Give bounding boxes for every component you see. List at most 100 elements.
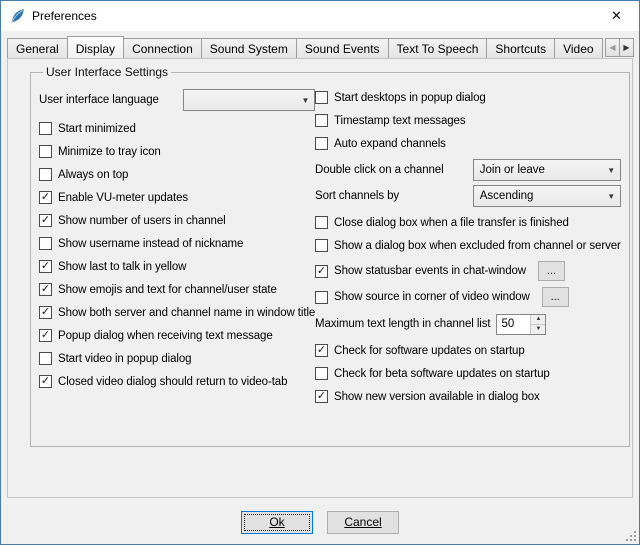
checkbox-label: Enable VU-meter updates [58, 192, 188, 204]
double-click-label: Double click on a channel [315, 164, 444, 176]
settings-columns: User interface language ▼ Start minimize… [39, 89, 621, 405]
checkbox-box[interactable] [315, 367, 328, 380]
spinner-arrows: ▲ ▼ [530, 315, 545, 334]
titlebar[interactable]: Preferences ✕ [1, 1, 639, 31]
checkbox-box[interactable] [39, 168, 52, 181]
spinner-down-button[interactable]: ▼ [531, 324, 545, 334]
checkbox-box[interactable] [315, 91, 328, 104]
chevron-right-icon: ▶ [623, 43, 629, 52]
sort-channels-label: Sort channels by [315, 190, 399, 202]
tab-text-to-speech[interactable]: Text To Speech [388, 38, 488, 58]
user-interface-settings-group: User Interface Settings User interface l… [30, 65, 630, 447]
checkbox-label: Show statusbar events in chat-window [334, 265, 526, 277]
checkbox-timestamp-text-messages[interactable]: Timestamp text messages [315, 112, 621, 129]
checkbox-start-desktops-in-popup-dialog[interactable]: Start desktops in popup dialog [315, 89, 621, 106]
checkbox-start-minimized[interactable]: Start minimized [39, 120, 315, 137]
checkbox-label: Close dialog box when a file transfer is… [334, 217, 569, 229]
checkbox-show-number-of-users-in-channel[interactable]: ✓ Show number of users in channel [39, 212, 315, 229]
checkbox-minimize-to-tray-icon[interactable]: Minimize to tray icon [39, 143, 315, 160]
spinner-value: 50 [497, 315, 530, 334]
checkbox-box[interactable] [315, 291, 328, 304]
checkbox-box[interactable]: ✓ [39, 214, 52, 227]
checkbox-box[interactable] [39, 122, 52, 135]
max-text-length-label: Maximum text length in channel list [315, 318, 490, 330]
tab-scrollers: ◀ ▶ [605, 38, 633, 57]
language-combobox[interactable]: ▼ [183, 89, 315, 111]
checkbox-label: Closed video dialog should return to vid… [58, 376, 287, 388]
checkbox-show-statusbar-events-in-chat-window[interactable]: ✓ Show statusbar events in chat-window .… [315, 261, 621, 281]
checkbox-start-video-in-popup-dialog[interactable]: Start video in popup dialog [39, 350, 315, 367]
double-click-combobox-value: Join or leave [480, 164, 603, 176]
checkbox-close-dialog-box-when-a-file-transfer-is-finished[interactable]: Close dialog box when a file transfer is… [315, 214, 621, 231]
checkbox-box[interactable]: ✓ [39, 329, 52, 342]
tab-shortcuts[interactable]: Shortcuts [486, 38, 555, 58]
checkbox-box[interactable] [39, 145, 52, 158]
checkbox-box[interactable]: ✓ [315, 390, 328, 403]
checkbox-box[interactable] [315, 239, 328, 252]
tab-sound-system[interactable]: Sound System [201, 38, 297, 58]
app-icon [9, 8, 26, 25]
chevron-down-icon: ▼ [603, 166, 620, 175]
checkbox-box[interactable]: ✓ [39, 260, 52, 273]
checkbox-box[interactable]: ✓ [39, 283, 52, 296]
max-text-length-spinner[interactable]: 50 ▲ ▼ [496, 314, 546, 335]
checkbox-enable-vu-meter-updates[interactable]: ✓ Enable VU-meter updates [39, 189, 315, 206]
checkbox-always-on-top[interactable]: Always on top [39, 166, 315, 183]
checkbox-check-for-software-updates-on-startup[interactable]: ✓Check for software updates on startup [315, 342, 621, 359]
spinner-up-button[interactable]: ▲ [531, 315, 545, 324]
tab-general[interactable]: General [7, 38, 68, 58]
checkbox-box[interactable] [315, 137, 328, 150]
left-checkbox-list: Start minimized Minimize to tray icon Alwa… [39, 120, 315, 390]
checkbox-check-for-beta-software-updates-on-startup[interactable]: Check for beta software updates on start… [315, 365, 621, 382]
checkbox-label: Show a dialog box when excluded from cha… [334, 240, 621, 252]
checkbox-label: Show emojis and text for channel/user st… [58, 284, 277, 296]
video-source-options-button[interactable]: ... [542, 287, 569, 307]
checkbox-popup-dialog-when-receiving-text-message[interactable]: ✓Popup dialog when receiving text messag… [39, 327, 315, 344]
checkbox-auto-expand-channels[interactable]: Auto expand channels [315, 135, 621, 152]
close-button[interactable]: ✕ [594, 1, 639, 31]
checkbox-show-last-to-talk-in-yellow[interactable]: ✓ Show last to talk in yellow [39, 258, 315, 275]
tab-connection[interactable]: Connection [123, 38, 202, 58]
checkbox-show-source-in-corner-of-video-window[interactable]: Show source in corner of video window ..… [315, 287, 621, 307]
checkbox-show-username-instead-of-nickname[interactable]: Show username instead of nickname [39, 235, 315, 252]
tab-scroll-left-button[interactable]: ◀ [605, 38, 620, 57]
checkbox-box[interactable]: ✓ [315, 344, 328, 357]
tabbar: GeneralDisplayConnectionSound SystemSoun… [1, 31, 639, 58]
tab-display[interactable]: Display [67, 36, 124, 58]
sort-channels-combobox[interactable]: Ascending ▼ [473, 185, 621, 207]
tab-video[interactable]: Video [554, 38, 602, 58]
chevron-left-icon: ◀ [609, 43, 615, 52]
checkbox-box[interactable]: ✓ [39, 306, 52, 319]
checkbox-box[interactable] [315, 114, 328, 127]
resize-grip[interactable] [624, 529, 637, 542]
close-icon: ✕ [611, 8, 622, 24]
checkbox-box[interactable] [315, 216, 328, 229]
checkbox-box[interactable]: ✓ [39, 191, 52, 204]
checkbox-label: Start desktops in popup dialog [334, 92, 486, 104]
right-column: Start desktops in popup dialog Timestamp … [315, 89, 621, 405]
tab-sound-events[interactable]: Sound Events [296, 38, 389, 58]
right-checkbox-list-bottom: ✓Check for software updates on startup Ch… [315, 342, 621, 405]
double-click-combobox[interactable]: Join or leave ▼ [473, 159, 621, 181]
right-checkbox-list-mid: Close dialog box when a file transfer is… [315, 214, 621, 254]
checkbox-closed-video-dialog-should-return-to-video-tab[interactable]: ✓ Closed video dialog should return to vi… [39, 373, 315, 390]
checkbox-show-a-dialog-box-when-excluded-from-channel-or-server[interactable]: Show a dialog box when excluded from cha… [315, 237, 621, 254]
checkbox-show-both-server-and-channel-name-in-window-title[interactable]: ✓Show both server and channel name in wi… [39, 304, 315, 321]
statusbar-events-options-button[interactable]: ... [538, 261, 565, 281]
language-label: User interface language [39, 94, 159, 106]
checkbox-label: Timestamp text messages [334, 115, 465, 127]
tab-scroll-right-button[interactable]: ▶ [619, 38, 634, 57]
ok-button[interactable]: Ok [241, 511, 313, 534]
checkbox-box[interactable]: ✓ [315, 265, 328, 278]
checkbox-box[interactable] [39, 352, 52, 365]
checkbox-box[interactable] [39, 237, 52, 250]
window-title: Preferences [32, 9, 97, 23]
chevron-down-icon: ▼ [297, 96, 314, 105]
cancel-button[interactable]: Cancel [327, 511, 399, 534]
checkbox-label: Show last to talk in yellow [58, 261, 186, 273]
checkbox-show-emojis-and-text-for-channel-user-state[interactable]: ✓ Show emojis and text for channel/user s… [39, 281, 315, 298]
left-column: User interface language ▼ Start minimize… [39, 89, 315, 405]
checkbox-box[interactable]: ✓ [39, 375, 52, 388]
checkbox-show-new-version-available-in-dialog-box[interactable]: ✓Show new version available in dialog bo… [315, 388, 621, 405]
checkbox-label: Show number of users in channel [58, 215, 226, 227]
